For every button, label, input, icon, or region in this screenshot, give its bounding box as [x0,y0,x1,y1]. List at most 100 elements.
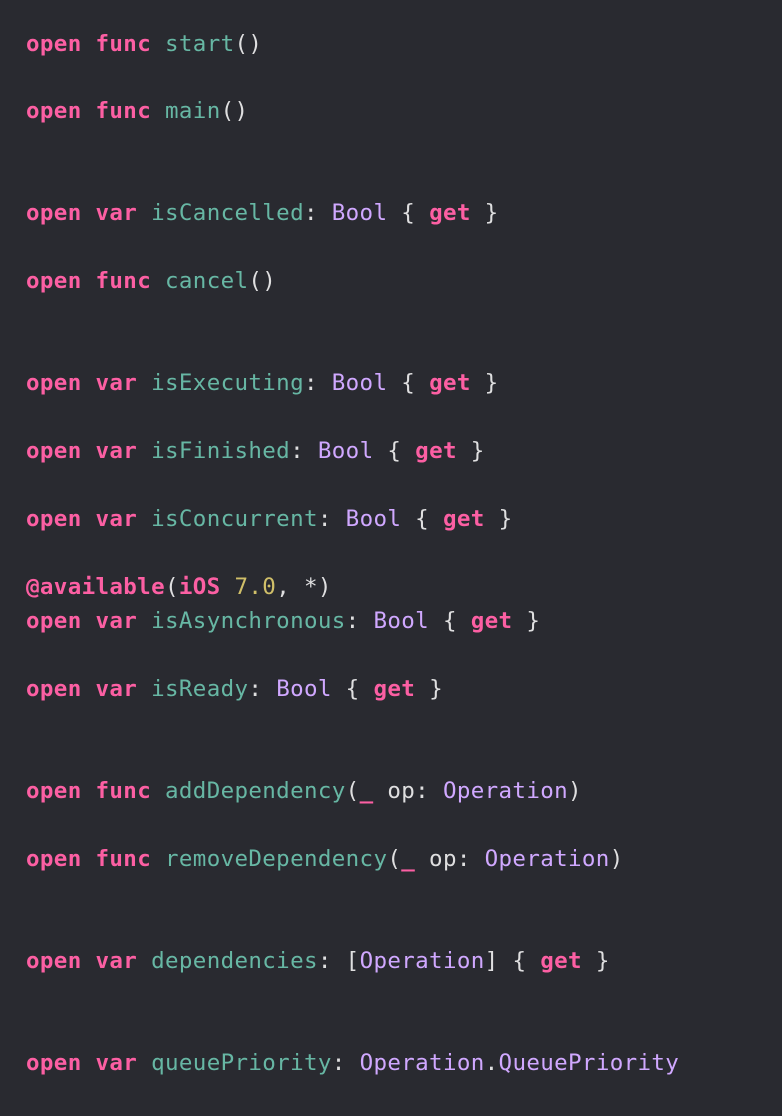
code-line[interactable]: open func main() [26,97,248,125]
code-token: Bool [276,676,332,702]
code-token: open [26,948,82,974]
code-token: Bool [345,506,402,532]
code-token: func [95,268,152,294]
code-token: { [401,506,443,532]
code-token: isReady [151,676,249,702]
code-token: 7.0 [234,574,277,600]
code-token: ( [345,778,360,804]
code-line[interactable]: open func start() [26,30,262,58]
code-token: QueuePriority [498,1050,680,1076]
code-line[interactable]: open func cancel() [26,267,276,295]
code-token: isCancelled [151,200,304,226]
code-token: Operation [359,948,485,974]
code-token: addDependency [165,778,346,804]
code-token: open [26,778,82,804]
code-token: } [581,948,610,974]
code-token: iOS [178,574,221,600]
code-token: var [95,676,138,702]
code-token: _ [359,778,374,804]
code-token: op: [415,846,485,872]
code-line[interactable]: open var isFinished: Bool { get } [26,437,485,465]
code-line[interactable]: @available(iOS 7.0, *) [26,573,332,601]
code-token: : [317,506,346,532]
code-token: } [456,438,485,464]
code-token: get [429,200,471,226]
code-token: : [ [317,948,360,974]
code-token: var [95,200,138,226]
code-token: . [484,1050,499,1076]
code-token: ) [609,846,624,872]
code-token: op: [373,778,443,804]
code-line[interactable]: open var isExecuting: Bool { get } [26,369,499,397]
code-token: get [415,438,457,464]
code-token: open [26,506,82,532]
code-token: open [26,31,82,57]
code-token: cancel [165,268,249,294]
code-token: open [26,438,82,464]
code-token: { [429,608,471,634]
code-token: get [429,370,471,396]
code-line[interactable]: open var queuePriority: Operation.QueueP… [26,1049,679,1077]
code-line[interactable]: open func removeDependency(_ op: Operati… [26,845,624,873]
code-token: @available [26,574,165,600]
code-token: open [26,200,82,226]
code-line[interactable]: open var isConcurrent: Bool { get } [26,505,512,533]
code-token: start [165,31,235,57]
code-token: var [95,438,138,464]
code-token: : [290,438,318,464]
code-token: _ [401,846,416,872]
code-token: func [95,31,152,57]
code-token: ] { [484,948,541,974]
code-token: ( [387,846,402,872]
code-token: { [387,200,430,226]
code-line[interactable]: open var isCancelled: Bool { get } [26,199,499,227]
code-token: } [415,676,443,702]
code-token: var [95,1050,138,1076]
code-line[interactable]: open var isAsynchronous: Bool { get } [26,607,540,635]
code-token: removeDependency [165,846,388,872]
code-token: Operation [442,778,569,804]
code-line[interactable]: open var dependencies: [Operation] { get… [26,947,610,975]
code-token: func [95,846,152,872]
code-line[interactable]: open func addDependency(_ op: Operation) [26,777,582,805]
code-token: var [95,370,138,396]
code-token: Operation [484,846,610,872]
code-token: queuePriority [151,1050,332,1076]
code-token: { [373,438,416,464]
code-token: func [95,98,152,124]
code-line[interactable]: open var isReady: Bool { get } [26,675,443,703]
code-token: Bool [331,370,388,396]
code-token: open [26,846,82,872]
code-token: func [95,778,152,804]
code-token: open [26,370,82,396]
code-token: ( [164,574,179,600]
code-editor[interactable]: open func start() open func main() open va… [0,0,782,1116]
code-token: Operation [359,1050,485,1076]
code-token: get [540,948,582,974]
code-token: : [345,608,374,634]
code-token: } [484,506,513,532]
code-token: Bool [331,200,388,226]
code-token: main [165,98,221,124]
code-token: : [331,1050,360,1076]
